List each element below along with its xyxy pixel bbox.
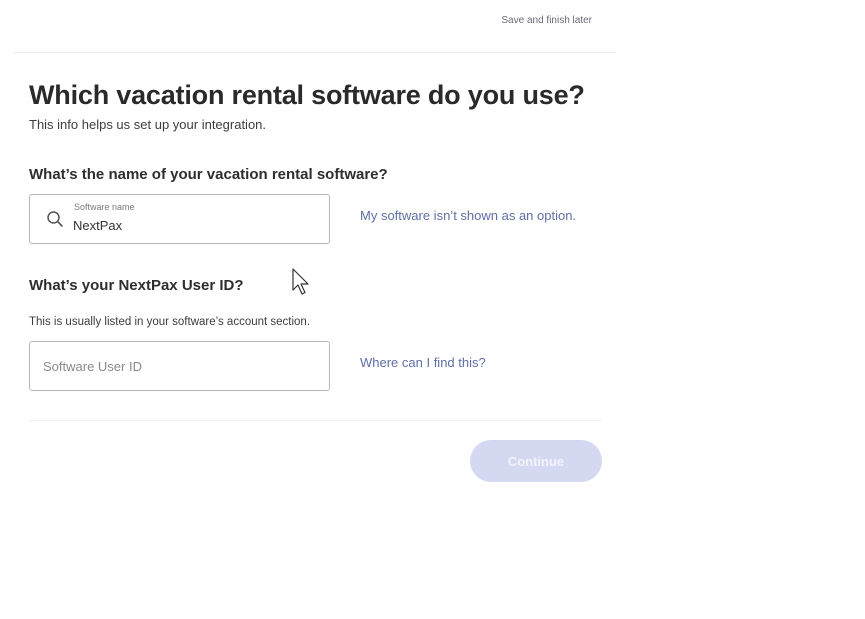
footer-divider — [29, 420, 602, 421]
search-icon — [47, 211, 63, 227]
software-name-question: What’s the name of your vacation rental … — [29, 166, 388, 183]
user-id-field[interactable] — [29, 341, 330, 391]
page-title: Which vacation rental software do you us… — [29, 80, 585, 110]
mouse-pointer-icon — [292, 268, 309, 295]
user-id-input[interactable] — [43, 342, 313, 390]
save-and-finish-later-link[interactable]: Save and finish later — [501, 15, 592, 26]
software-name-label: Software name — [74, 202, 135, 212]
user-id-hint: This is usually listed in your software’… — [29, 316, 311, 328]
software-name-field[interactable]: Software name — [29, 194, 330, 244]
software-not-shown-link[interactable]: My software isn’t shown as an option. — [360, 208, 576, 223]
software-name-input[interactable] — [73, 218, 313, 233]
top-bar: Save and finish later — [14, 0, 616, 53]
continue-button[interactable]: Continue — [470, 440, 602, 482]
where-find-user-id-link[interactable]: Where can I find this? — [360, 355, 486, 370]
user-id-question: What’s your NextPax User ID? — [29, 277, 244, 294]
page-subtitle: This info helps us set up your integrati… — [29, 117, 267, 132]
